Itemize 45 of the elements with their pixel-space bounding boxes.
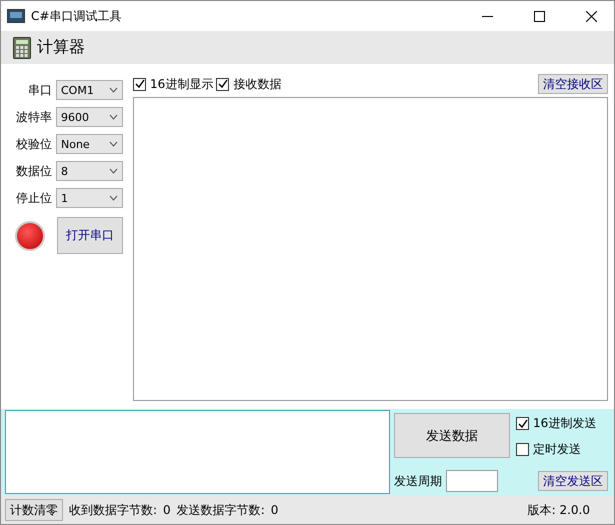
send-input[interactable]	[5, 410, 390, 494]
menu-item[interactable]: 计算器	[37, 37, 85, 58]
app-icon	[7, 9, 25, 23]
version-text: 版本: 2.0.0	[528, 502, 590, 518]
setting-label: 数据位	[15, 162, 52, 180]
checkbox-label: 接收数据	[233, 76, 282, 92]
period-field[interactable]	[446, 470, 498, 492]
checkbox[interactable]	[516, 443, 529, 456]
chevron-down-icon	[109, 141, 118, 147]
checkbox-label: 16进制发送	[533, 415, 596, 432]
open-port-button[interactable]: 打开串口	[57, 217, 123, 254]
chevron-down-icon	[109, 195, 118, 201]
setting-label: 串口	[27, 82, 52, 98]
close-icon	[586, 10, 596, 22]
chevron-down-icon	[109, 87, 118, 93]
dropdown[interactable]: COM1	[56, 80, 123, 100]
setting-label: 停止位	[15, 190, 52, 206]
checkbox[interactable]	[516, 417, 529, 430]
chevron-down-icon	[109, 114, 118, 120]
checkbox-label: 定时发送	[533, 441, 581, 458]
dropdown[interactable]: None	[56, 134, 123, 154]
clear-receive-button[interactable]: 清空接收区	[538, 74, 608, 94]
checkbox[interactable]	[216, 78, 230, 90]
dropdown[interactable]: 1	[56, 188, 123, 208]
received-label: 收到数据字节数:	[69, 502, 158, 518]
checkbox[interactable]	[133, 78, 146, 90]
dropdown[interactable]: 9600	[56, 107, 123, 127]
received-count: 0	[163, 503, 171, 517]
calculator-icon	[13, 36, 31, 58]
send-button[interactable]: 发送数据	[394, 413, 510, 458]
sent-label: 发送数据字节数:	[176, 502, 265, 518]
check-icon	[218, 79, 228, 89]
maximize-icon	[534, 10, 544, 22]
chevron-down-icon	[109, 168, 118, 174]
period-label: 发送周期	[394, 472, 442, 490]
dropdown[interactable]: 8	[56, 161, 123, 181]
check-icon	[518, 418, 528, 428]
checkbox-label: 16进制显示	[150, 76, 214, 92]
reset-count-button[interactable]: 计数清零	[5, 499, 63, 521]
window-title: C#串口调试工具	[31, 8, 122, 24]
sent-count: 0	[270, 503, 278, 517]
setting-label: 波特率	[15, 108, 52, 126]
setting-label: 校验位	[15, 136, 52, 152]
check-icon	[134, 79, 144, 89]
clear-send-button[interactable]: 清空发送区	[538, 471, 608, 491]
